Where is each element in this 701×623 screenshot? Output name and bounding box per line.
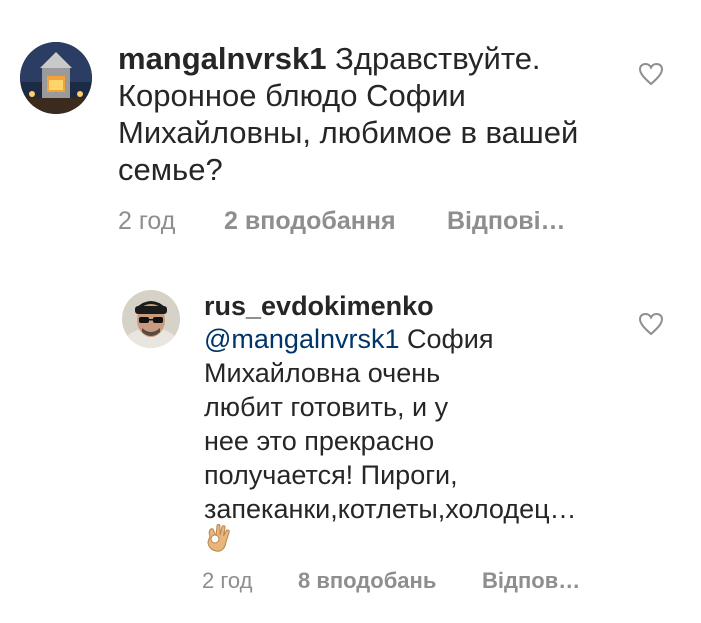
comment-body: mangalnvrsk1 Здравствуйте. Коронное блюд… xyxy=(118,40,578,188)
comment-text-line: запеканки,котлеты,холодец… xyxy=(204,494,577,524)
comment-text-line: нее это прекрасно xyxy=(204,426,435,456)
likes-count[interactable]: 2 вподобання xyxy=(224,206,396,236)
comment-time: 2 год xyxy=(202,568,253,593)
avatar[interactable] xyxy=(122,290,180,348)
comment-time: 2 год xyxy=(118,207,176,235)
comment-text-line: семье? xyxy=(118,152,223,187)
comment-text-line: Здравствуйте. xyxy=(335,41,541,76)
comment-username[interactable]: rus_evdokimenko xyxy=(204,290,434,322)
comment-text-line: Михайловны, любимое в вашей xyxy=(118,115,579,150)
comment-text-line: Коронное блюдо Софии xyxy=(118,78,466,113)
likes-count[interactable]: 8 вподобань xyxy=(298,566,436,596)
comment-text-line: получается! Пироги, xyxy=(204,460,458,490)
comment-username[interactable]: mangalnvrsk1 xyxy=(118,41,327,76)
comment-text-line: София xyxy=(407,324,494,354)
heart-outline-icon[interactable] xyxy=(638,62,664,86)
heart-outline-icon[interactable] xyxy=(638,312,664,336)
avatar[interactable] xyxy=(20,42,92,114)
ok-hand-icon xyxy=(207,524,230,552)
reply-button[interactable]: Відпов… xyxy=(482,566,580,596)
mention-link[interactable]: @mangalnvrsk1 xyxy=(204,324,400,354)
comment-text-line: Михайловна очень xyxy=(204,358,441,388)
comment-text-line: любит готовить, и у xyxy=(204,392,449,422)
comment-body: @mangalnvrsk1 София Михайловна очень люб… xyxy=(204,322,577,526)
reply-button[interactable]: Відпові… xyxy=(447,206,566,236)
